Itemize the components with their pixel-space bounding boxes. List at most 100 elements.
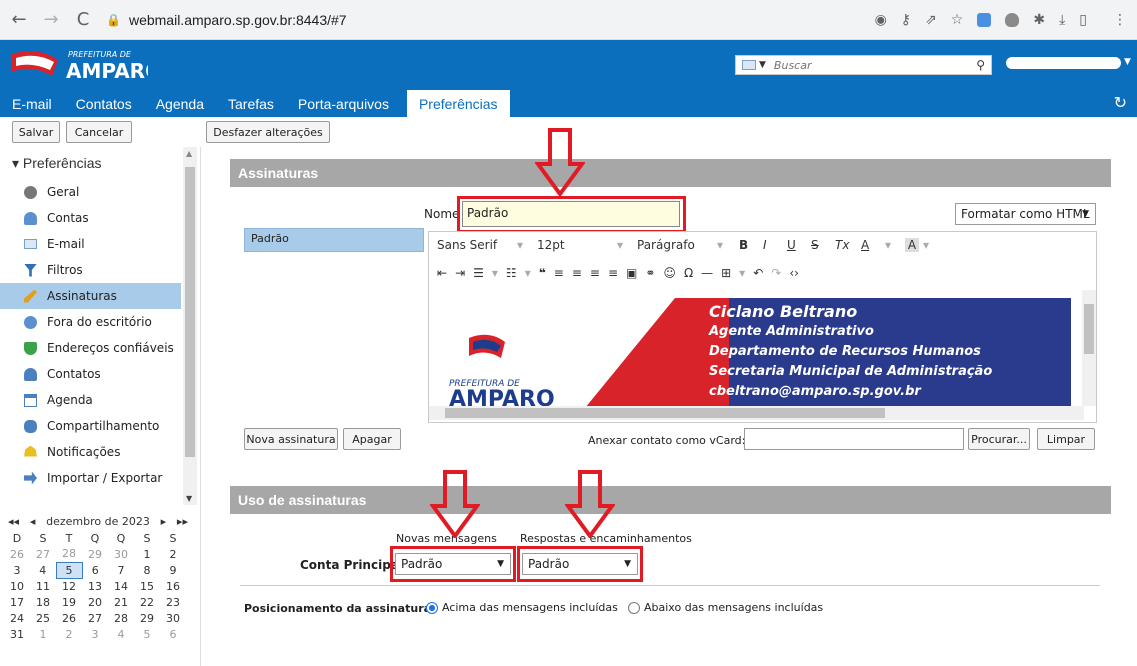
chevron-down-icon[interactable]: ▾ [617,238,637,252]
sidebar-item-general[interactable]: Geral [0,179,181,205]
preview-horizontal-scrollbar[interactable] [429,406,1084,420]
tab-tasks[interactable]: Tarefas [216,96,286,117]
calendar-day[interactable]: 12 [56,578,82,594]
calendar-day[interactable]: 3 [4,562,30,578]
calendar-day[interactable]: 29 [82,546,108,562]
align-center-icon[interactable]: ≡ [572,266,582,280]
calendar-day[interactable]: 7 [108,562,134,578]
sidebar-item-contacts[interactable]: Contatos [0,361,181,387]
calendar-day[interactable]: 23 [160,594,186,610]
chevron-down-icon[interactable]: ▼ [759,60,766,70]
calendar-day[interactable]: 3 [82,626,108,642]
prev-month-icon[interactable]: ◂ [30,515,36,528]
signature-list-item[interactable]: Padrão [244,228,424,252]
calendar-day[interactable]: 31 [4,626,30,642]
below-option[interactable]: Abaixo das mensagens incluídas [628,601,823,614]
chevron-down-icon[interactable]: ▾ [492,266,498,280]
chevron-down-icon[interactable]: ▾ [739,266,745,280]
back-arrow-icon[interactable]: ← [6,9,32,30]
chevron-down-icon[interactable]: ▾ [923,238,943,252]
above-option[interactable]: Acima das mensagens incluídas [426,601,618,614]
chevron-down-icon[interactable]: ▼ [1124,57,1131,67]
search-input[interactable] [773,58,954,72]
bullet-list-icon[interactable]: ☰ [473,266,484,280]
calendar-day[interactable]: 24 [4,610,30,626]
calendar-day[interactable]: 18 [30,594,56,610]
new-messages-select[interactable]: Padrão ▼ [395,553,511,575]
scrollbar-thumb[interactable] [185,167,195,457]
sidebar-item-trusted-addresses[interactable]: Endereços confiáveis [0,335,181,361]
calendar-day[interactable]: 28 [108,610,134,626]
calendar-day[interactable]: 8 [134,562,160,578]
extension-icon[interactable] [977,13,992,27]
special-char-icon[interactable]: Ω [684,266,693,280]
calendar-day[interactable]: 30 [108,546,134,562]
calendar-day[interactable]: 26 [4,546,30,562]
calendar-day[interactable]: 29 [134,610,160,626]
calendar-day[interactable]: 19 [56,594,82,610]
preview-vertical-scrollbar[interactable] [1082,290,1096,406]
delete-signature-button[interactable]: Apagar [343,428,401,450]
puzzle-icon[interactable]: ✱ [1033,12,1045,28]
calendar-day[interactable]: 13 [82,578,108,594]
link-icon[interactable]: ⚭ [645,266,655,280]
calendar-day[interactable]: 17 [4,594,30,610]
calendar-day[interactable]: 16 [160,578,186,594]
signature-name-input[interactable]: Padrão [462,201,680,227]
calendar-day[interactable]: 2 [160,546,186,562]
source-code-icon[interactable]: ‹› [789,266,799,280]
sidebar-item-calendar[interactable]: Agenda [0,387,181,413]
chevron-down-icon[interactable]: ▾ [885,238,905,252]
redo-icon[interactable]: ↷ [771,266,781,280]
menu-dots-icon[interactable]: ⋮ [1113,12,1127,28]
clear-button[interactable]: Limpar [1037,428,1095,450]
refresh-icon[interactable]: ↻ [1114,93,1127,112]
tab-email[interactable]: E-mail [0,96,64,117]
tab-preferences[interactable]: Preferências [406,90,510,117]
chevron-down-icon[interactable]: ▾ [717,238,739,252]
reload-icon[interactable]: C [70,9,96,30]
table-icon[interactable]: ⊞ [721,266,731,280]
sidebar-item-signatures[interactable]: Assinaturas [0,283,181,309]
horizontal-rule-icon[interactable]: — [701,266,713,280]
sidebar-scrollbar[interactable]: ▲ ▼ [183,147,197,505]
calendar-day[interactable]: 6 [160,626,186,642]
text-color-icon[interactable]: A [861,238,885,252]
shield-icon[interactable] [1005,13,1020,27]
vcard-input[interactable] [744,428,964,450]
calendar-day[interactable]: 27 [82,610,108,626]
calendar-day[interactable]: 14 [108,578,134,594]
highlight-color-icon[interactable]: A [905,238,919,252]
calendar-day[interactable]: 28 [56,546,82,562]
format-html-dropdown[interactable]: Formatar como HTML ▼ [955,203,1096,225]
sidebar-item-import-export[interactable]: Importar / Exportar [0,465,181,491]
forward-arrow-icon[interactable]: → [38,9,64,30]
cancel-button[interactable]: Cancelar [66,121,132,143]
sidebar-title[interactable]: ▾ Preferências [12,155,102,172]
emoji-icon[interactable]: ☺ [663,266,676,280]
replies-select[interactable]: Padrão ▼ [522,553,638,575]
scrollbar-thumb[interactable] [1084,304,1094,354]
undo-icon[interactable]: ↶ [753,266,763,280]
calendar-day-today[interactable]: 5 [55,561,83,579]
user-name-redacted[interactable] [1006,57,1121,69]
calendar-day[interactable]: 10 [4,578,30,594]
download-icon[interactable]: ⤓ [1059,12,1065,28]
new-signature-button[interactable]: Nova assinatura [244,428,338,450]
calendar-day[interactable]: 22 [134,594,160,610]
font-dropdown[interactable]: Sans Serif [437,238,517,252]
pane-splitter[interactable] [200,147,206,666]
clear-format-icon[interactable]: Tx [835,238,861,252]
calendar-day[interactable]: 25 [30,610,56,626]
image-icon[interactable]: ▣ [626,266,637,280]
undo-changes-button[interactable]: Desfazer alterações [206,121,330,143]
sidebar-item-sharing[interactable]: Compartilhamento [0,413,181,439]
eye-icon[interactable]: ◉ [875,12,887,28]
calendar-day[interactable]: 26 [56,610,82,626]
justify-icon[interactable]: ≡ [608,266,618,280]
calendar-day[interactable]: 15 [134,578,160,594]
paragraph-dropdown[interactable]: Parágrafo [637,238,717,252]
calendar-day[interactable]: 20 [82,594,108,610]
sidebar-item-notifications[interactable]: Notificações [0,439,181,465]
font-size-dropdown[interactable]: 12pt [537,238,617,252]
